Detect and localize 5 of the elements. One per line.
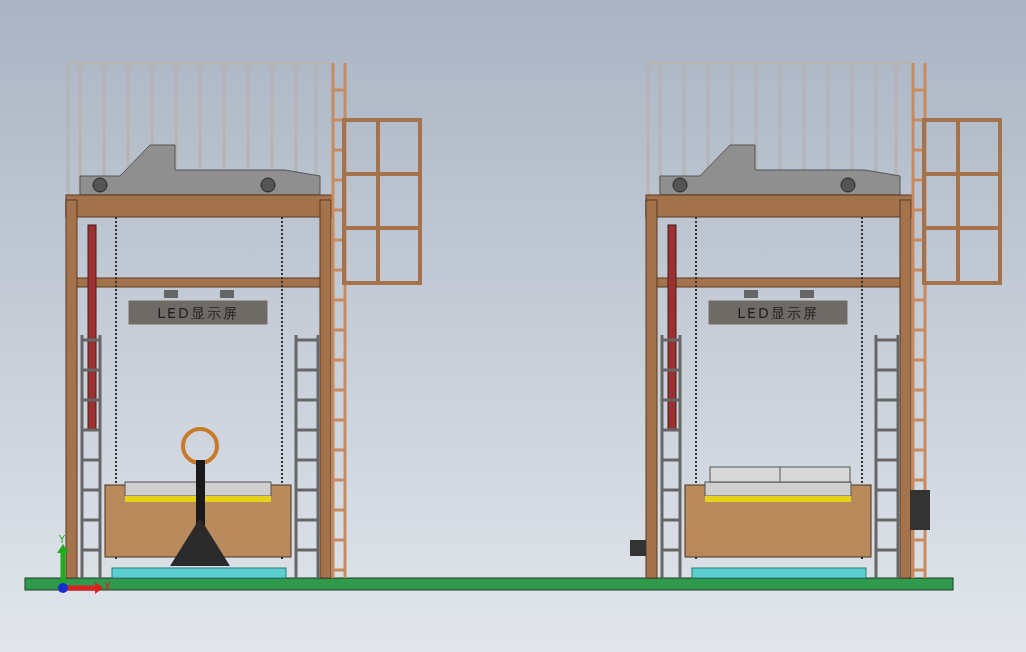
led-sign: LED显示屏 [707,299,849,326]
y-axis-label: Y [59,534,66,545]
x-axis-label: X [104,581,111,592]
axis-triad-icon [57,544,103,594]
led-sign: LED显示屏 [127,299,269,326]
